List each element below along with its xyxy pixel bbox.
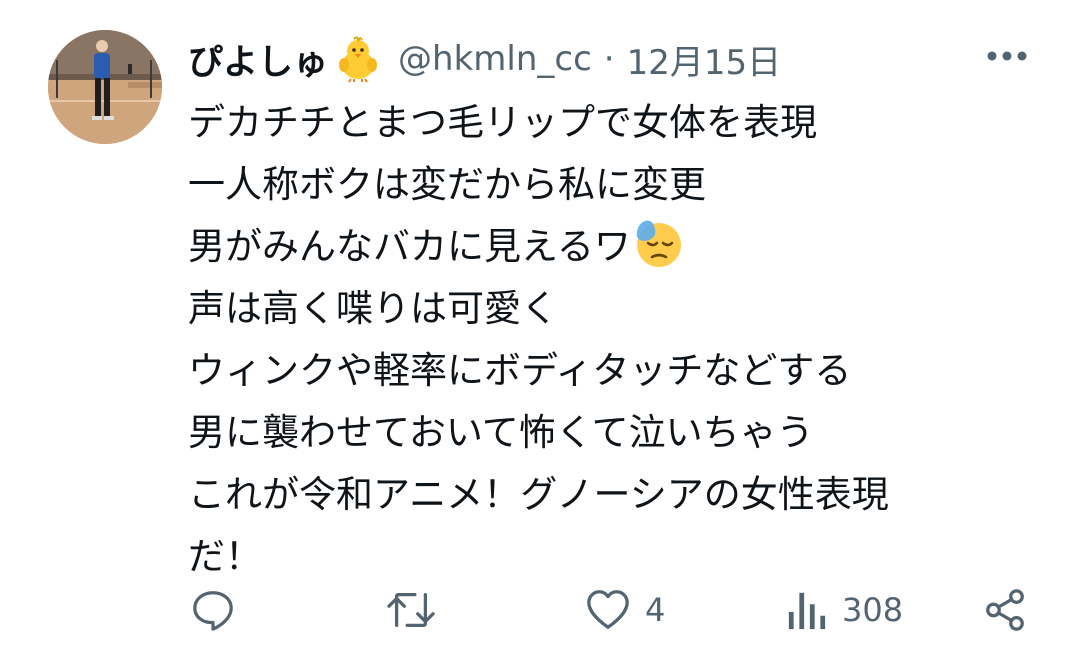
- user-handle[interactable]: @hkmln_cc: [398, 39, 592, 79]
- tweet-header: ぴよしゅ @hkmln_cc · 12月15日: [188, 30, 781, 88]
- reply-icon: [193, 591, 233, 631]
- views-icon: [788, 592, 826, 630]
- views-button[interactable]: 308: [786, 580, 903, 640]
- tweet-line: だ！: [188, 535, 262, 578]
- like-count: 4: [645, 591, 666, 629]
- view-count: 308: [842, 591, 904, 629]
- display-name[interactable]: ぴよしゅ: [188, 34, 328, 85]
- retweet-icon: [387, 593, 435, 627]
- retweet-button[interactable]: [386, 580, 436, 640]
- avatar[interactable]: [48, 30, 162, 144]
- like-button[interactable]: 4: [585, 580, 665, 640]
- tweet-line: デカチチとまつ毛リップで女体を表現: [188, 101, 817, 144]
- share-icon: [986, 589, 1024, 631]
- tweet-line: 声は高く喋りは可愛く: [188, 287, 558, 330]
- tweet-line-with-emoji: 男がみんなバカに見えるワ: [188, 216, 1048, 278]
- tweet[interactable]: ぴよしゅ @hkmln_cc · 12月15日 デカチチとまつ毛リップで女体を表…: [0, 0, 1080, 668]
- separator: ·: [603, 39, 615, 79]
- tweet-date[interactable]: 12月15日: [627, 35, 782, 84]
- action-bar: 4 308: [0, 580, 1080, 640]
- chick-icon: [334, 35, 382, 83]
- tweet-line: 一人称ボクは変だから私に変更: [188, 163, 706, 206]
- tweet-line: これが令和アニメ！グノーシアの女性表現: [188, 473, 889, 516]
- heart-icon: [587, 590, 629, 629]
- tweet-line: 男に襲わせておいて怖くて泣いちゃう: [188, 411, 814, 454]
- avatar-image: [48, 30, 162, 144]
- share-button[interactable]: [982, 580, 1028, 640]
- tweet-line: 男がみんなバカに見えるワ: [188, 225, 631, 268]
- tweet-line: ウィンクや軽率にボディタッチなどする: [188, 349, 852, 392]
- tweet-text: デカチチとまつ毛リップで女体を表現 一人称ボクは変だから私に変更 男がみんなバカ…: [188, 92, 1048, 588]
- more-options-icon[interactable]: [986, 48, 1028, 62]
- downcast-face-with-sweat-icon: [633, 217, 685, 269]
- reply-button[interactable]: [190, 580, 236, 640]
